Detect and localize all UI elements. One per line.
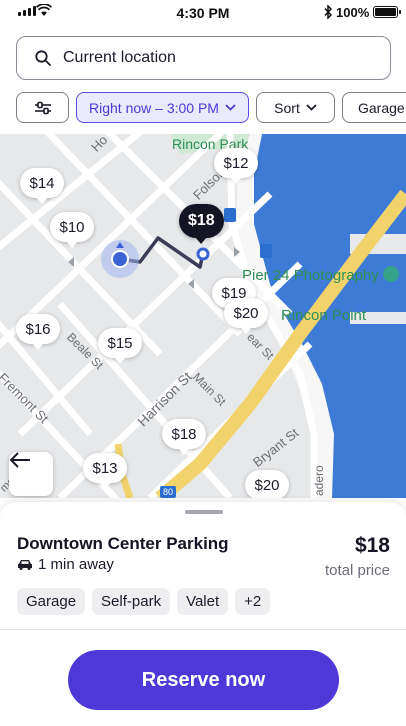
- current-location-dot: [111, 250, 129, 268]
- price-caption: total price: [324, 562, 390, 579]
- time-filter-label: Right now – 3:00 PM: [89, 99, 219, 116]
- garage-chip[interactable]: Garage: [342, 92, 406, 123]
- museum-icon: [383, 266, 399, 282]
- price-pin[interactable]: $13: [83, 453, 127, 489]
- more-amenities-tag[interactable]: +2: [235, 588, 271, 615]
- car-icon: [18, 560, 32, 570]
- amenity-tag: Valet: [177, 588, 229, 615]
- price-pin[interactable]: $14: [20, 168, 64, 204]
- distance-row: 1 min away: [17, 556, 114, 573]
- highway-number: 80: [163, 487, 174, 497]
- price-pin[interactable]: $10: [50, 212, 94, 248]
- selected-price-pin[interactable]: $18: [179, 204, 224, 244]
- filter-bar: Right now – 3:00 PM Sort Garage: [16, 92, 406, 123]
- battery-icon: [373, 6, 401, 18]
- lot-details-sheet: Downtown Center Parking 1 min away $18 t…: [0, 502, 406, 726]
- price-pin[interactable]: $16: [16, 314, 60, 350]
- lot-price: $18: [354, 534, 390, 557]
- destination-dot: [196, 247, 210, 261]
- transit-icon: [260, 244, 272, 258]
- garage-label: Garage: [358, 99, 405, 116]
- price-pin[interactable]: $20: [245, 470, 289, 498]
- amenity-tag: Garage: [17, 588, 86, 615]
- divider: [0, 629, 406, 630]
- battery-percent: 100%: [336, 5, 370, 20]
- map-label: Pier 24 Photography: [242, 267, 379, 284]
- price-pin[interactable]: $15: [98, 328, 142, 364]
- sliders-icon: [34, 101, 51, 114]
- sort-chip[interactable]: Sort: [256, 92, 335, 123]
- chevron-down-icon: [306, 104, 317, 111]
- map[interactable]: Rincon Park Folsom St Pier 24 Photograph…: [0, 134, 406, 498]
- price-pin[interactable]: $12: [214, 148, 258, 184]
- map-label: adero: [312, 465, 326, 496]
- price-pin[interactable]: $18: [162, 419, 206, 455]
- price-pin[interactable]: $20: [224, 298, 268, 334]
- map-label: Rincon Point: [281, 307, 367, 324]
- lot-name: Downtown Center Parking: [17, 534, 229, 553]
- back-button[interactable]: [9, 452, 53, 496]
- search-icon: [35, 50, 51, 66]
- arrow-left-icon: [9, 452, 30, 468]
- amenity-tag: Self-park: [92, 588, 171, 615]
- chevron-down-icon: [225, 104, 236, 111]
- status-bar: 4:30 PM 100%: [0, 0, 406, 26]
- search-field[interactable]: Current location: [16, 36, 391, 80]
- sheet-drag-handle[interactable]: [185, 510, 223, 514]
- bluetooth-icon: [324, 5, 333, 19]
- reserve-now-button[interactable]: Reserve now: [68, 650, 339, 710]
- filters-button[interactable]: [16, 92, 69, 123]
- distance-text: 1 min away: [38, 556, 114, 573]
- sort-label: Sort: [274, 99, 300, 116]
- amenity-tags: Garage Self-park Valet +2: [17, 588, 271, 615]
- search-label: Current location: [63, 49, 176, 66]
- time-filter-chip[interactable]: Right now – 3:00 PM: [76, 92, 249, 123]
- transit-icon: [224, 208, 236, 222]
